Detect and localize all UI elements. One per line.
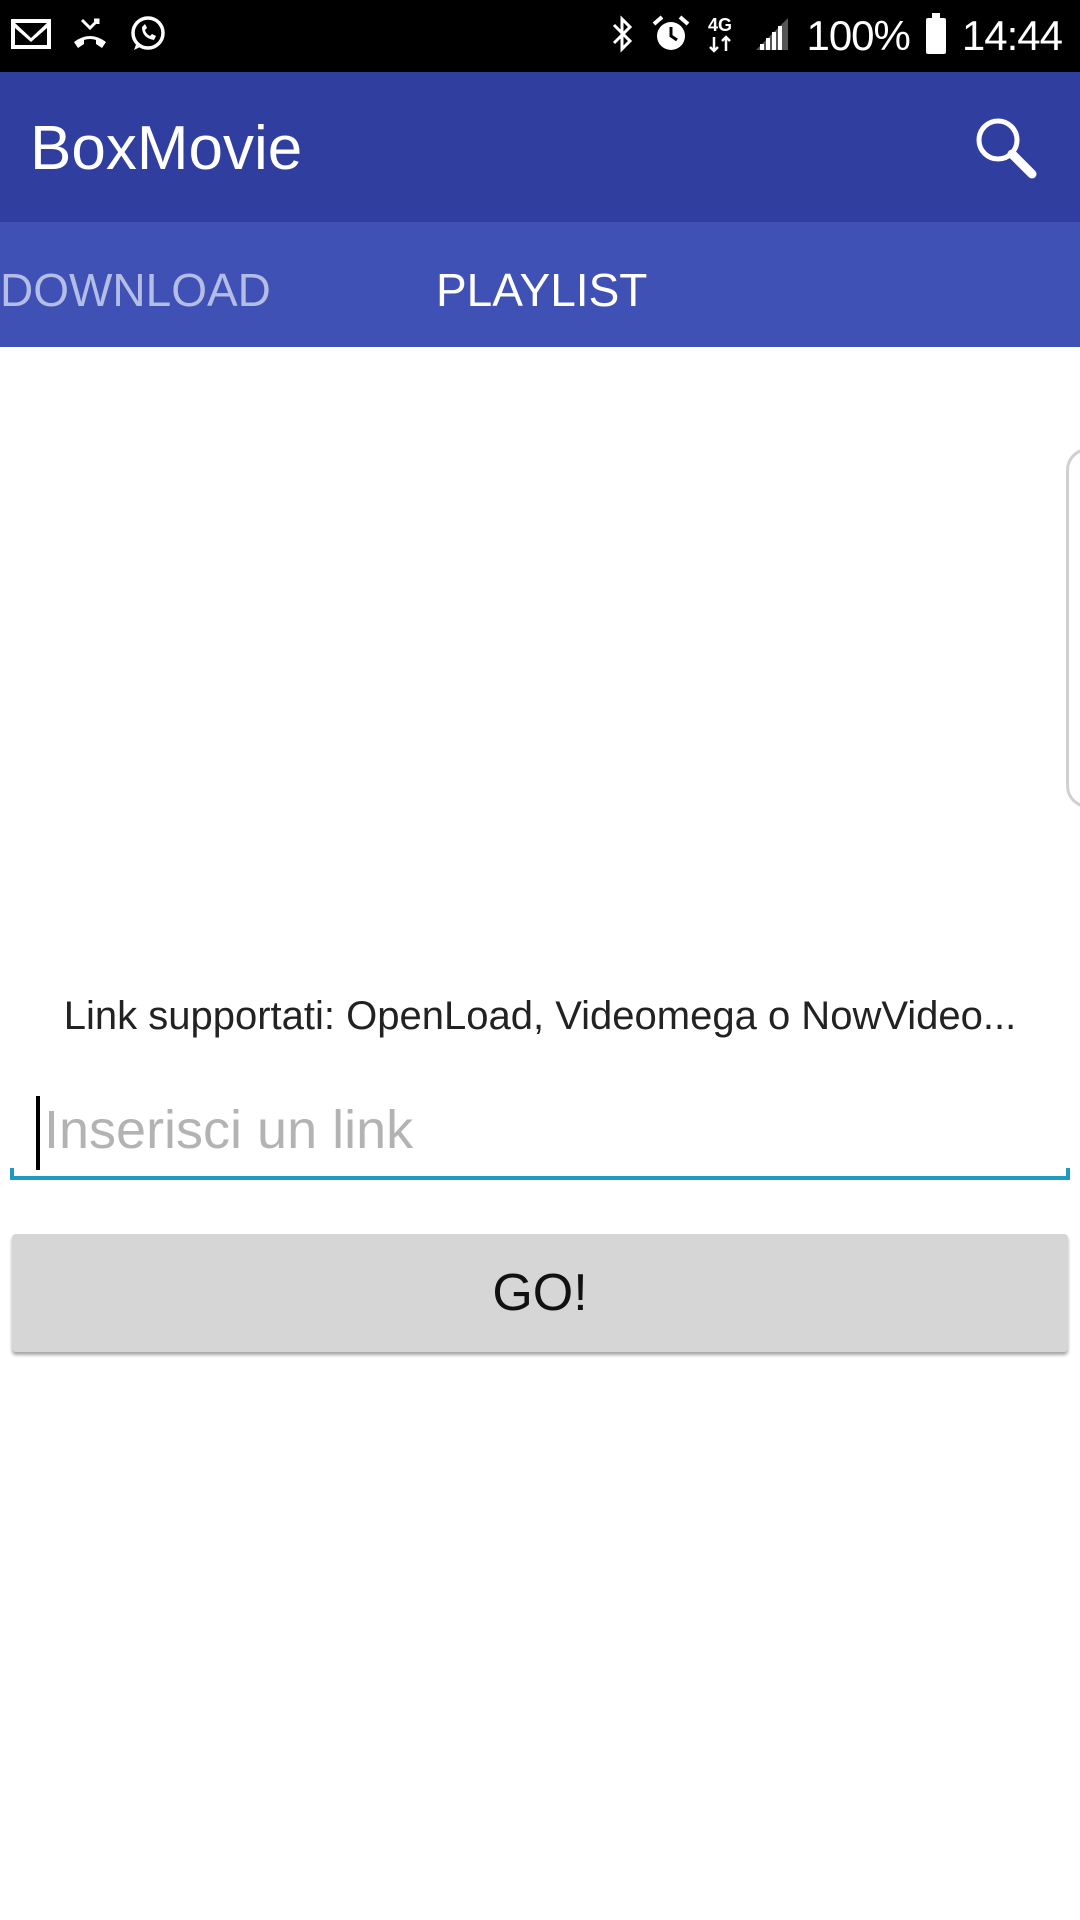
tab-download[interactable]: DOWNLOAD	[0, 262, 271, 318]
link-input-container	[10, 1088, 1070, 1180]
side-drawer-handle[interactable]	[1066, 448, 1080, 808]
app-title: BoxMovie	[30, 114, 303, 183]
tab-bar: DOWNLOAD PLAYLIST	[0, 222, 1080, 347]
status-indicators: 4G 100% 14:44	[610, 10, 1063, 62]
network-type-label: 4G	[708, 15, 732, 35]
missed-call-icon	[70, 16, 110, 56]
link-input-underline	[10, 1168, 1070, 1180]
app-bar: BoxMovie	[0, 72, 1080, 222]
notification-icons	[10, 14, 168, 58]
search-button[interactable]	[966, 108, 1044, 186]
go-button[interactable]: GO!	[12, 1234, 1068, 1352]
search-icon	[976, 118, 1037, 179]
text-cursor	[36, 1096, 40, 1170]
tab-playlist[interactable]: PLAYLIST	[436, 262, 647, 318]
4g-icon: 4G	[706, 13, 738, 59]
whatsapp-icon	[128, 14, 168, 58]
clock: 14:44	[961, 12, 1063, 59]
battery-icon	[925, 13, 946, 54]
status-bar: 4G 100% 14:44	[0, 0, 1080, 72]
signal-icon	[754, 16, 790, 56]
bluetooth-icon	[610, 14, 636, 58]
alarm-icon	[652, 14, 690, 58]
supported-links-text: Link supportati: OpenLoad, Videomega o N…	[63, 994, 1017, 1038]
battery-percent: 100%	[806, 12, 910, 59]
link-input[interactable]	[34, 1088, 1054, 1172]
gmail-icon	[10, 16, 52, 56]
